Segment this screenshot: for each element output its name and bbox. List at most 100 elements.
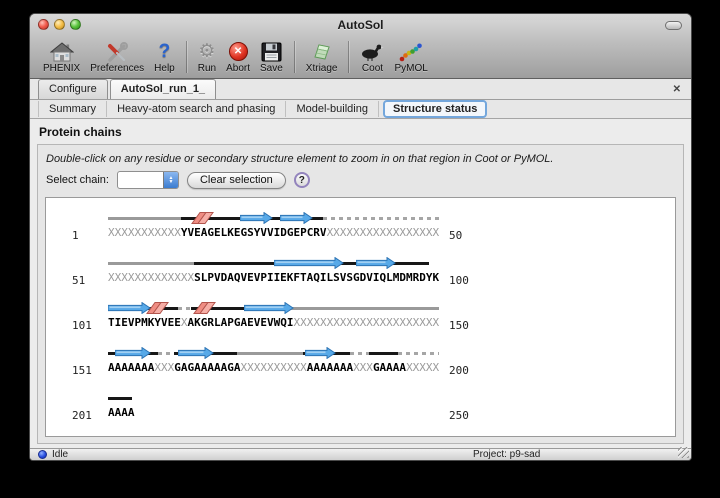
strand-arrow[interactable] bbox=[356, 256, 396, 270]
window-chrome: AutoSol PHENIX bbox=[30, 14, 691, 79]
strand-arrow[interactable] bbox=[274, 256, 344, 270]
abort-button[interactable]: ✕ Abort bbox=[221, 40, 255, 75]
strand-arrow[interactable] bbox=[244, 301, 294, 315]
gap-dashes[interactable] bbox=[178, 307, 191, 310]
resize-grip[interactable] bbox=[678, 447, 689, 458]
coil-line[interactable] bbox=[237, 352, 303, 355]
sequence-row: 151AAAAAAAXXXGAGAAAAAGAXXXXXXXXXXAAAAAAA… bbox=[46, 346, 675, 391]
subtab-structure-status[interactable]: Structure status bbox=[383, 100, 487, 118]
sequence-segment[interactable]: XXXXX bbox=[406, 361, 439, 374]
residue-sequence-text[interactable]: AAAA bbox=[108, 406, 439, 419]
bird-icon bbox=[360, 41, 384, 62]
sequence-segment[interactable]: TIEVPMKYVEE bbox=[108, 316, 181, 329]
sequence-display-box[interactable]: 1XXXXXXXXXXXYVEAGELKEGSYVVIDGEPCRVXXXXXX… bbox=[45, 197, 676, 437]
sequence-segment[interactable]: XXXXXXXXXXXXX bbox=[108, 271, 194, 284]
coil-line[interactable] bbox=[290, 307, 439, 310]
gap-dashes[interactable] bbox=[350, 352, 370, 355]
close-tab-icon[interactable]: ✕ bbox=[673, 84, 681, 95]
strand-arrow[interactable] bbox=[178, 346, 214, 360]
sequence-segment[interactable]: YVEAGELKEGSYVVIDGEPCRV bbox=[181, 226, 327, 239]
strand-arrow-svg bbox=[240, 212, 273, 224]
row-end-number: 250 bbox=[449, 409, 469, 422]
sequence-segment[interactable]: AAAAAAA bbox=[307, 361, 353, 374]
sequence-segment[interactable]: XXX bbox=[154, 361, 174, 374]
row-start-number: 201 bbox=[72, 409, 92, 422]
sequence-segment[interactable]: XXXXXXXXXXX bbox=[108, 226, 181, 239]
secondary-structure-strip bbox=[108, 256, 439, 270]
sequence-segment[interactable]: XXXXXXXXXXXXXXXXX bbox=[327, 226, 440, 239]
dropdown-stepper[interactable]: ▲ ▼ bbox=[163, 172, 178, 188]
structure-status-content: Protein chains Double-click on any resid… bbox=[30, 119, 691, 448]
strand-arrow[interactable] bbox=[240, 211, 273, 225]
gear-icon: ⚙ bbox=[198, 41, 215, 62]
coot-button[interactable]: Coot bbox=[355, 40, 389, 75]
coil-line[interactable] bbox=[108, 397, 132, 400]
subtab-model-building[interactable]: Model-building bbox=[286, 101, 379, 117]
strand-arrow-svg bbox=[178, 347, 214, 359]
gap-dashes[interactable] bbox=[398, 352, 439, 355]
clear-selection-button[interactable]: Clear selection bbox=[187, 172, 286, 189]
sequence-segment[interactable]: AAAA bbox=[108, 406, 135, 419]
subtab-heavy-atom-search[interactable]: Heavy-atom search and phasing bbox=[107, 101, 286, 117]
tools-icon bbox=[106, 41, 128, 62]
strand-arrow[interactable] bbox=[108, 301, 151, 315]
toolbar-toggle-button[interactable] bbox=[665, 21, 682, 30]
coil-line[interactable] bbox=[108, 217, 181, 220]
sequence-segment[interactable]: XXX bbox=[353, 361, 373, 374]
sequence-segment[interactable]: GAAAA bbox=[373, 361, 406, 374]
residue-sequence-text[interactable]: XXXXXXXXXXXXXSLPVDAQVEVPIIEKFTAQILSVSGDV… bbox=[108, 271, 439, 284]
status-text: Idle bbox=[52, 449, 68, 460]
gap-dashes[interactable] bbox=[158, 352, 175, 355]
run-button[interactable]: ⚙ Run bbox=[193, 40, 221, 75]
run-tab-bar: Configure AutoSol_run_1_ ✕ bbox=[30, 79, 691, 100]
sequence-track[interactable]: TIEVPMKYVEEXAKGRLAPGAEVEVWQIXXXXXXXXXXXX… bbox=[108, 301, 439, 333]
gap-dashes[interactable] bbox=[323, 217, 439, 220]
crystal-icon bbox=[311, 41, 333, 62]
sequence-segment[interactable]: AKGRLAPGAEVEVWQI bbox=[187, 316, 293, 329]
help-button[interactable]: ? Help bbox=[149, 40, 180, 75]
residue-sequence-text[interactable]: AAAAAAAXXXGAGAAAAAGAXXXXXXXXXXAAAAAAAXXX… bbox=[108, 361, 439, 374]
row-end-number: 200 bbox=[449, 364, 469, 377]
instruction-text: Double-click on any residue or secondary… bbox=[45, 152, 676, 171]
preferences-button[interactable]: Preferences bbox=[85, 40, 149, 75]
sequence-track[interactable]: AAAAAAAXXXGAGAAAAAGAXXXXXXXXXXAAAAAAAXXX… bbox=[108, 346, 439, 378]
title-bar[interactable]: AutoSol bbox=[30, 14, 691, 36]
strand-arrow-svg bbox=[356, 257, 396, 269]
sequence-track[interactable]: XXXXXXXXXXXYVEAGELKEGSYVVIDGEPCRVXXXXXXX… bbox=[108, 211, 439, 243]
sequence-segment[interactable]: AAAAAAA bbox=[108, 361, 154, 374]
toolbar-button-label: Xtriage bbox=[306, 63, 338, 74]
sequence-segment[interactable]: XXXXXXXXXX bbox=[240, 361, 306, 374]
rainbow-ribbon-icon bbox=[399, 41, 423, 62]
house-icon bbox=[50, 41, 74, 62]
context-help-button[interactable]: ? bbox=[294, 172, 310, 188]
sequence-track[interactable]: XXXXXXXXXXXXXSLPVDAQVEVPIIEKFTAQILSVSGDV… bbox=[108, 256, 439, 288]
subtab-summary[interactable]: Summary bbox=[38, 101, 107, 117]
secondary-structure-strip bbox=[108, 391, 439, 405]
chain-select-dropdown[interactable]: ▲ ▼ bbox=[117, 171, 179, 189]
strand-arrow[interactable] bbox=[305, 346, 336, 360]
coil-line[interactable] bbox=[369, 352, 397, 355]
strand-arrow[interactable] bbox=[115, 346, 151, 360]
sequence-segment[interactable]: SLPVDAQVEVPIIEKFTAQILSVSGDVIQLMDMRDYK bbox=[194, 271, 439, 284]
phenix-button[interactable]: PHENIX bbox=[38, 40, 85, 75]
helix-glyph[interactable] bbox=[193, 301, 217, 315]
helix-glyph[interactable] bbox=[191, 211, 215, 225]
helix-glyph[interactable] bbox=[146, 301, 170, 315]
xtriage-button[interactable]: Xtriage bbox=[301, 40, 343, 75]
strand-arrow[interactable] bbox=[280, 211, 313, 225]
row-start-number: 1 bbox=[72, 229, 79, 242]
protein-chains-panel: Double-click on any residue or secondary… bbox=[37, 144, 684, 444]
coil-line[interactable] bbox=[108, 262, 194, 265]
sequence-row: 201 AAAA 250 bbox=[46, 391, 675, 436]
pymol-button[interactable]: PyMOL bbox=[389, 40, 432, 75]
tab-configure[interactable]: Configure bbox=[38, 79, 108, 99]
toolbar-button-label: PHENIX bbox=[43, 63, 80, 74]
sequence-track[interactable]: AAAA bbox=[108, 391, 439, 423]
save-button[interactable]: Save bbox=[255, 40, 288, 75]
residue-sequence-text[interactable]: XXXXXXXXXXXYVEAGELKEGSYVVIDGEPCRVXXXXXXX… bbox=[108, 226, 439, 239]
sequence-segment[interactable]: XXXXXXXXXXXXXXXXXXXXXX bbox=[293, 316, 439, 329]
sequence-segment[interactable]: GAGAAAAAGA bbox=[174, 361, 240, 374]
tab-autosol-run-1[interactable]: AutoSol_run_1_ bbox=[110, 79, 216, 99]
residue-sequence-text[interactable]: TIEVPMKYVEEXAKGRLAPGAEVEVWQIXXXXXXXXXXXX… bbox=[108, 316, 439, 329]
window-title: AutoSol bbox=[30, 18, 691, 32]
